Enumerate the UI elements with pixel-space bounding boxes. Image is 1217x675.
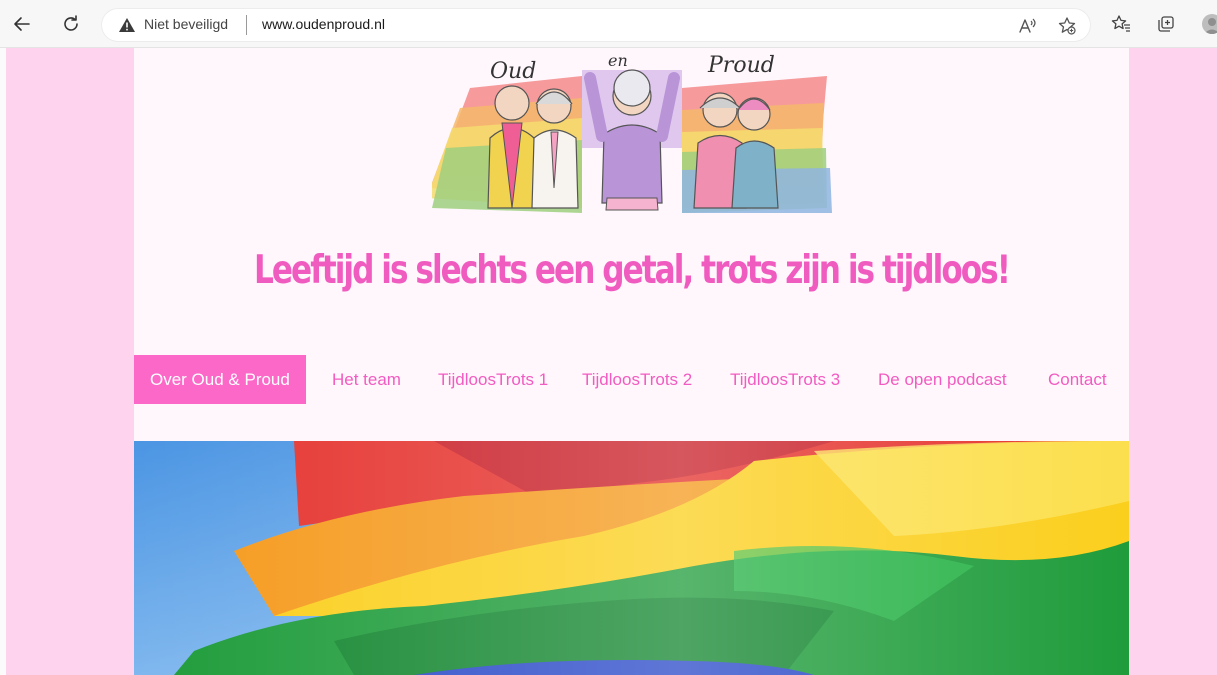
- favorite-add-icon[interactable]: [1056, 15, 1078, 37]
- nav-item-tijdloostrots-1[interactable]: TijdloosTrots 1: [438, 355, 548, 404]
- site-tagline: Leeftijd is slechts een getal, trots zij…: [254, 248, 1011, 293]
- svg-text:en: en: [608, 51, 628, 70]
- nav-item-contact[interactable]: Contact: [1048, 355, 1107, 404]
- nav-item-tijdloostrots-3[interactable]: TijdloosTrots 3: [730, 355, 840, 404]
- security-status-label[interactable]: Niet beveiligd: [144, 16, 228, 32]
- page-viewport: Oud en Proud Leeftijd is slechts een get…: [0, 48, 1217, 675]
- read-aloud-icon[interactable]: [1016, 15, 1038, 37]
- hero-rainbow-flag-image: [134, 441, 1129, 675]
- svg-text:Oud: Oud: [490, 59, 536, 84]
- profile-avatar[interactable]: [1202, 14, 1217, 34]
- warning-icon[interactable]: [118, 17, 136, 33]
- collections-icon[interactable]: [1155, 13, 1177, 35]
- nav-item-de-open-podcast[interactable]: De open podcast: [878, 355, 1007, 404]
- refresh-icon[interactable]: [59, 12, 83, 36]
- back-arrow-icon[interactable]: [10, 12, 34, 36]
- nav-item-het-team[interactable]: Het team: [332, 355, 401, 404]
- url-text[interactable]: www.oudenproud.nl: [262, 16, 385, 32]
- favorites-icon[interactable]: [1110, 13, 1132, 35]
- main-navigation: Over Oud & Proud Het team TijdloosTrots …: [134, 355, 1129, 404]
- browser-toolbar: Niet beveiligd www.oudenproud.nl: [0, 0, 1217, 48]
- site-logo[interactable]: Oud en Proud: [432, 48, 832, 213]
- address-bar[interactable]: Niet beveiligd www.oudenproud.nl: [102, 9, 1090, 41]
- svg-text:Proud: Proud: [707, 53, 775, 78]
- nav-item-over-oud-proud[interactable]: Over Oud & Proud: [134, 355, 306, 404]
- address-separator: [246, 15, 247, 35]
- window-edge: [0, 48, 6, 675]
- nav-item-tijdloostrots-2[interactable]: TijdloosTrots 2: [582, 355, 692, 404]
- site-container: Oud en Proud Leeftijd is slechts een get…: [134, 48, 1129, 675]
